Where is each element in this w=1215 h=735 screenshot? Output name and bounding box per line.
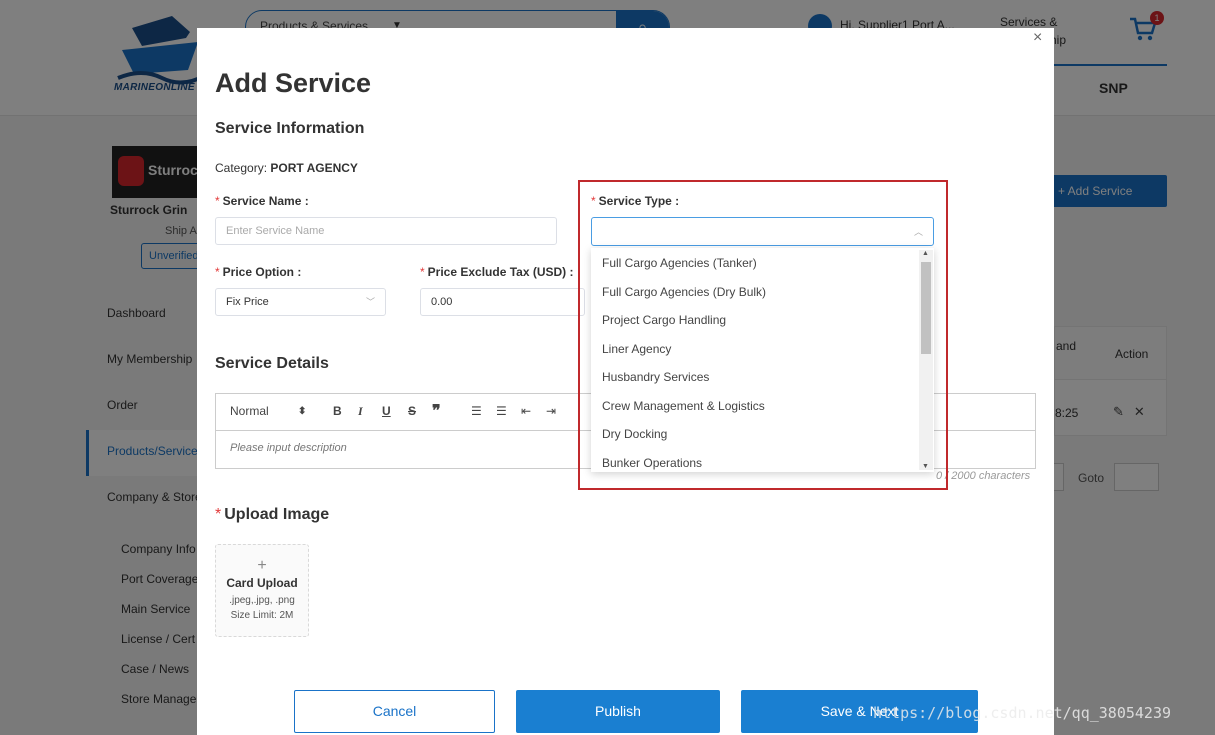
dropdown-option[interactable]: Husbandry Services: [591, 362, 934, 391]
publish-button[interactable]: Publish: [516, 690, 720, 733]
modal-title: Add Service: [215, 68, 372, 98]
required-mark: *: [591, 194, 596, 208]
chevron-up-icon: ︿: [913, 227, 923, 237]
dropdown-scrollbar[interactable]: ▲ ▼: [919, 250, 933, 470]
dropdown-option[interactable]: Dry Docking: [591, 419, 934, 448]
scroll-down-icon[interactable]: ▼: [922, 463, 929, 470]
category-line: Category: PORT AGENCY: [215, 161, 358, 175]
required-mark: *: [215, 506, 222, 523]
dropdown-option[interactable]: Liner Agency: [591, 334, 934, 363]
section-service-information: Service Information: [215, 120, 365, 137]
description-input[interactable]: Please input description: [230, 442, 347, 454]
price-tax-label: * Price Exclude Tax (USD) :: [420, 265, 574, 279]
upload-title: Card Upload: [226, 576, 298, 590]
price-option-select[interactable]: Fix Price ﹀: [215, 288, 386, 316]
required-mark: *: [420, 265, 425, 279]
bullet-list-icon[interactable]: ☰: [496, 404, 507, 418]
scroll-up-icon[interactable]: ▲: [922, 250, 929, 257]
cancel-button[interactable]: Cancel: [294, 690, 495, 733]
service-name-label: * Service Name :: [215, 194, 309, 208]
strike-icon[interactable]: S: [408, 404, 416, 418]
format-select[interactable]: Normal: [230, 404, 269, 418]
dropdown-option[interactable]: Full Cargo Agencies (Tanker): [591, 248, 934, 277]
ordered-list-icon[interactable]: ☰: [471, 404, 482, 418]
price-option-label: * Price Option :: [215, 265, 302, 279]
service-type-dropdown: Full Cargo Agencies (Tanker) Full Cargo …: [591, 248, 934, 472]
upload-types: .jpeg,.jpg, .png: [229, 595, 295, 606]
close-icon[interactable]: ×: [1033, 29, 1042, 47]
card-upload[interactable]: + Card Upload .jpeg,.jpg, .png Size Limi…: [215, 544, 309, 637]
outdent-icon[interactable]: ⇤: [521, 404, 531, 418]
dropdown-option[interactable]: Bunker Operations: [591, 448, 934, 473]
indent-icon[interactable]: ⇥: [546, 404, 556, 418]
section-service-details: Service Details: [215, 355, 329, 372]
char-counter: 0 / 2000 characters: [936, 470, 1031, 482]
bold-icon[interactable]: B: [333, 404, 342, 418]
format-arrows-icon[interactable]: ⬍: [298, 406, 306, 417]
plus-icon: +: [257, 557, 267, 574]
add-service-modal: × Add Service Service Information Catego…: [197, 28, 1054, 735]
service-type-select[interactable]: ︿: [591, 217, 934, 246]
required-mark: *: [215, 265, 220, 279]
dropdown-option[interactable]: Project Cargo Handling: [591, 305, 934, 334]
required-mark: *: [215, 194, 220, 208]
scrollbar-thumb[interactable]: [921, 262, 931, 354]
category-value: PORT AGENCY: [270, 161, 358, 175]
service-name-input[interactable]: Enter Service Name: [215, 217, 557, 245]
price-tax-input[interactable]: 0.00: [420, 288, 585, 316]
chevron-down-icon: ﹀: [365, 297, 375, 307]
upload-limit: Size Limit: 2M: [230, 610, 294, 621]
quote-icon[interactable]: ❞: [432, 401, 441, 421]
italic-icon[interactable]: I: [358, 404, 363, 419]
underline-icon[interactable]: U: [382, 404, 391, 418]
dropdown-option[interactable]: Crew Management & Logistics: [591, 391, 934, 420]
dropdown-option[interactable]: Full Cargo Agencies (Dry Bulk): [591, 277, 934, 306]
watermark: https://blog.csdn.net/qq_38054239: [873, 704, 1172, 722]
service-type-label: * Service Type :: [591, 194, 680, 208]
upload-image-label: * Upload Image: [215, 506, 330, 523]
